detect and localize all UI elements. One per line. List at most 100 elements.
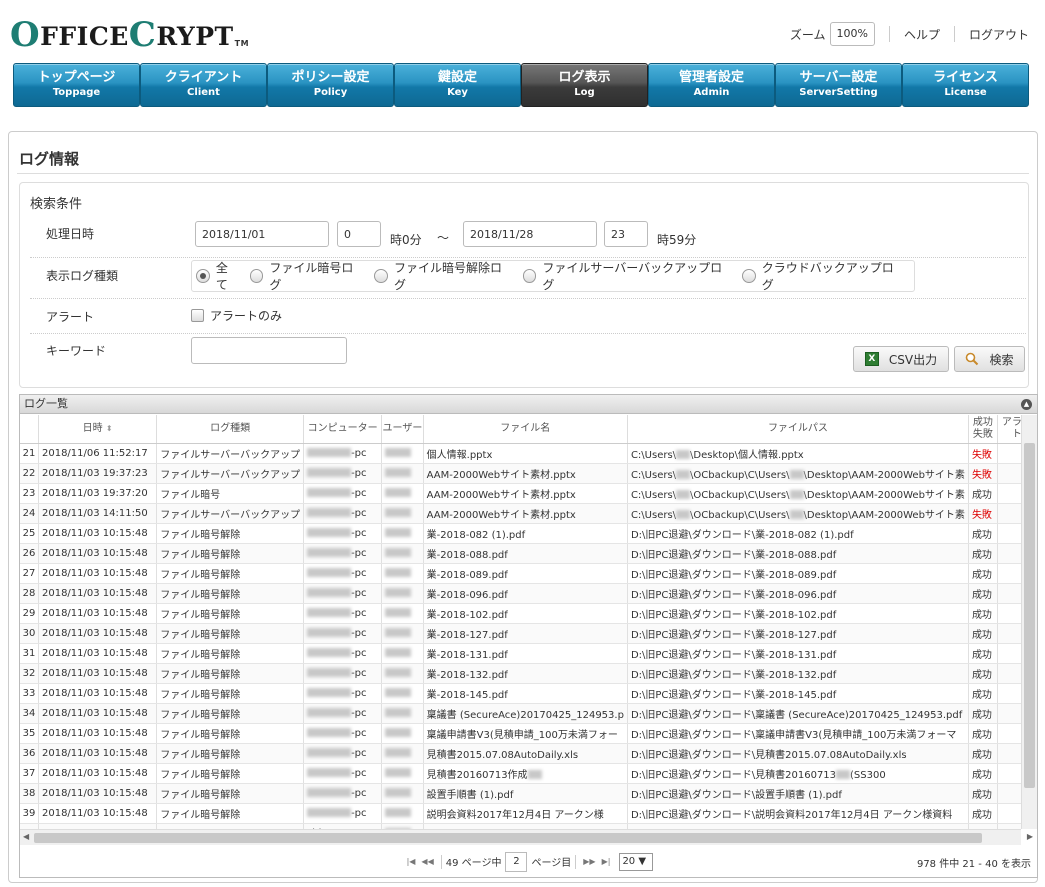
nav-license[interactable]: ライセンス License: [902, 63, 1029, 107]
col-result[interactable]: 成功 失敗: [968, 415, 998, 444]
to-hour-input[interactable]: 23: [604, 221, 648, 247]
search-title: 検索条件: [30, 197, 83, 212]
scroll-thumb[interactable]: [34, 833, 982, 843]
scroll-thumb[interactable]: [1024, 443, 1035, 788]
col-filename[interactable]: ファイル名: [423, 415, 628, 444]
redacted-text: [836, 770, 851, 779]
help-link[interactable]: ヘルプ: [904, 26, 940, 43]
redacted-text: [385, 708, 412, 717]
scroll-right-icon[interactable]: ▶: [1027, 832, 1033, 841]
cell-filename: 業-2018-082 (1).pdf: [423, 523, 628, 544]
table-row[interactable]: 22 2018/11/03 19:37:23 ファイルサーバーバックアップ -pc AA…: [20, 463, 1037, 484]
nav-serversetting[interactable]: サーバー設定 ServerSetting: [775, 63, 902, 107]
horizontal-scrollbar[interactable]: ◀ ▶: [20, 829, 1033, 845]
scroll-left-icon[interactable]: ◀: [23, 832, 29, 841]
from-time-suffix: 時0分: [390, 233, 422, 247]
prev-page-icon[interactable]: ◀◀: [421, 857, 433, 866]
table-row[interactable]: 25 2018/11/03 10:15:48 ファイル暗号解除 -pc 業-2018-0…: [20, 523, 1037, 544]
col-filepath[interactable]: ファイルパス: [627, 415, 969, 444]
radio-label: ファイル暗号解除ログ: [394, 261, 503, 292]
radio-file-decrypt[interactable]: ファイル暗号解除ログ: [374, 259, 512, 293]
radio-fileserver-backup[interactable]: ファイルサーバーバックアップログ: [522, 259, 732, 293]
cell-text: 31: [22, 647, 36, 659]
table-row[interactable]: 36 2018/11/03 10:15:48 ファイル暗号解除 -pc 見積書2015.…: [20, 743, 1037, 764]
nav-admin[interactable]: 管理者設定 Admin: [648, 63, 775, 107]
table-row[interactable]: 39 2018/11/03 10:15:48 ファイル暗号解除 -pc 説明会資料201…: [20, 803, 1037, 824]
from-hour-input[interactable]: 0: [337, 221, 381, 247]
radio-file-encrypt[interactable]: ファイル暗号ログ: [249, 259, 365, 293]
redacted-text: [307, 548, 352, 557]
col-datetime[interactable]: 日時 ⬍: [38, 415, 158, 444]
table-row[interactable]: 35 2018/11/03 10:15:48 ファイル暗号解除 -pc 稟議申請書V3(…: [20, 723, 1037, 744]
redacted-text: [385, 548, 412, 557]
table-row[interactable]: 30 2018/11/03 10:15:48 ファイル暗号解除 -pc 業-2018-1…: [20, 623, 1037, 644]
cell-datetime: 2018/11/03 10:15:48: [38, 803, 158, 824]
cell-text: 業-2018-088.pdf: [426, 549, 508, 561]
cell-logtype: ファイル暗号解除: [156, 623, 305, 644]
keyword-input[interactable]: [191, 337, 347, 364]
page-number-input[interactable]: 2: [505, 851, 528, 872]
col-logtype[interactable]: ログ種類: [156, 415, 305, 444]
table-row[interactable]: 33 2018/11/03 10:15:48 ファイル暗号解除 -pc 業-2018-1…: [20, 683, 1037, 704]
nav-key[interactable]: 鍵設定 Key: [394, 63, 521, 107]
cell-filepath: D:\旧PC退避\ダウンロード\稟議書 (SecureAce)20170425_…: [627, 703, 969, 724]
cell-text: D:\旧PC退避\ダウンロード\設置手順書 (1).pdf: [630, 789, 842, 801]
col-computer[interactable]: コンピューター: [303, 415, 383, 444]
log-list-section: ログ一覧 ▲ 日時 ⬍ ログ種類 コンピューター ユーザー ファイル名 ファイル…: [19, 394, 1038, 878]
nav-policy[interactable]: ポリシー設定 Policy: [267, 63, 394, 107]
per-page-select[interactable]: 20 ▼: [619, 852, 654, 871]
table-row[interactable]: 23 2018/11/03 19:37:20 ファイル暗号 -pc AAM-2000We…: [20, 483, 1037, 504]
search-button[interactable]: 検索: [954, 346, 1025, 372]
cell-result: 成功: [968, 643, 998, 664]
table-row[interactable]: 28 2018/11/03 10:15:48 ファイル暗号解除 -pc 業-2018-0…: [20, 583, 1037, 604]
nav-sublabel: Policy: [313, 87, 348, 98]
table-row[interactable]: 37 2018/11/03 10:15:48 ファイル暗号解除 -pc 見積書20160…: [20, 763, 1037, 784]
cell-result: 成功: [968, 583, 998, 604]
officecrypt-logo[interactable]: O FFICE C RYPT TM: [10, 18, 249, 52]
text-part: (SS300: [850, 769, 886, 781]
record-summary: 978 件中 21 - 40 を表示: [916, 859, 1031, 870]
radio-cloud-backup[interactable]: クラウドバックアップログ: [741, 259, 904, 293]
next-page-icon[interactable]: ▶▶: [583, 857, 595, 866]
table-row[interactable]: 24 2018/11/03 14:11:50 ファイルサーバーバックアップ -pc AA…: [20, 503, 1037, 524]
cell-text: 2018/11/03 10:15:48: [41, 567, 148, 579]
cell-computer: -pc: [303, 683, 383, 704]
nav-toppage[interactable]: トップページ Toppage: [13, 63, 140, 107]
col-user[interactable]: ユーザー: [381, 415, 424, 444]
text-part: \OCbackup\C\Users\: [690, 469, 790, 481]
csv-export-button[interactable]: X CSV出力: [853, 346, 949, 372]
cell-text: 失敗: [971, 449, 992, 461]
logo-letter-c: C: [128, 15, 157, 55]
from-date-input[interactable]: 2018/11/01: [195, 221, 329, 247]
logout-link[interactable]: ログアウト: [969, 26, 1029, 43]
log-table: 日時 ⬍ ログ種類 コンピューター ユーザー ファイル名 ファイルパス 成功 失…: [20, 415, 1037, 829]
collapse-icon[interactable]: ▲: [1021, 399, 1032, 410]
cell-text: 成功: [971, 789, 992, 801]
nav-log[interactable]: ログ表示 Log: [521, 63, 648, 107]
table-row[interactable]: 21 2018/11/06 11:52:17 ファイルサーバーバックアップ -pc 個人…: [20, 443, 1037, 464]
table-row[interactable]: 34 2018/11/03 10:15:48 ファイル暗号解除 -pc 稟議書 (Sec…: [20, 703, 1037, 724]
redacted-text: [385, 808, 412, 817]
cell-text: -pc: [351, 707, 367, 719]
cell-user: [381, 783, 424, 804]
cell-logtype: ファイル暗号解除: [156, 643, 305, 664]
cell-user: [381, 643, 424, 664]
table-row[interactable]: 26 2018/11/03 10:15:48 ファイル暗号解除 -pc 業-2018-0…: [20, 543, 1037, 564]
table-row[interactable]: 32 2018/11/03 10:15:48 ファイル暗号解除 -pc 業-2018-1…: [20, 663, 1037, 684]
to-date-input[interactable]: 2018/11/28: [463, 221, 597, 247]
cell-user: [381, 623, 424, 644]
cell-text: ファイル暗号解除: [160, 689, 241, 701]
table-row[interactable]: 31 2018/11/03 10:15:48 ファイル暗号解除 -pc 業-2018-1…: [20, 643, 1037, 664]
table-row[interactable]: 38 2018/11/03 10:15:48 ファイル暗号解除 -pc 設置手順書 (1…: [20, 783, 1037, 804]
vertical-scrollbar[interactable]: ▲: [1021, 415, 1037, 829]
radio-all[interactable]: 全て: [196, 259, 240, 293]
table-row[interactable]: 27 2018/11/03 10:15:48 ファイル暗号解除 -pc 業-2018-0…: [20, 563, 1037, 584]
cell-text: 2018/11/03 10:15:48: [41, 547, 148, 559]
table-row[interactable]: 29 2018/11/03 10:15:48 ファイル暗号解除 -pc 業-2018-1…: [20, 603, 1037, 624]
first-page-icon[interactable]: |◀: [407, 857, 416, 866]
last-page-icon[interactable]: ▶|: [602, 857, 611, 866]
alert-only-checkbox[interactable]: アラートのみ: [191, 307, 282, 324]
nav-client[interactable]: クライアント Client: [140, 63, 267, 107]
cell-text: 25: [22, 527, 36, 539]
zoom-select[interactable]: 100%: [829, 22, 875, 46]
